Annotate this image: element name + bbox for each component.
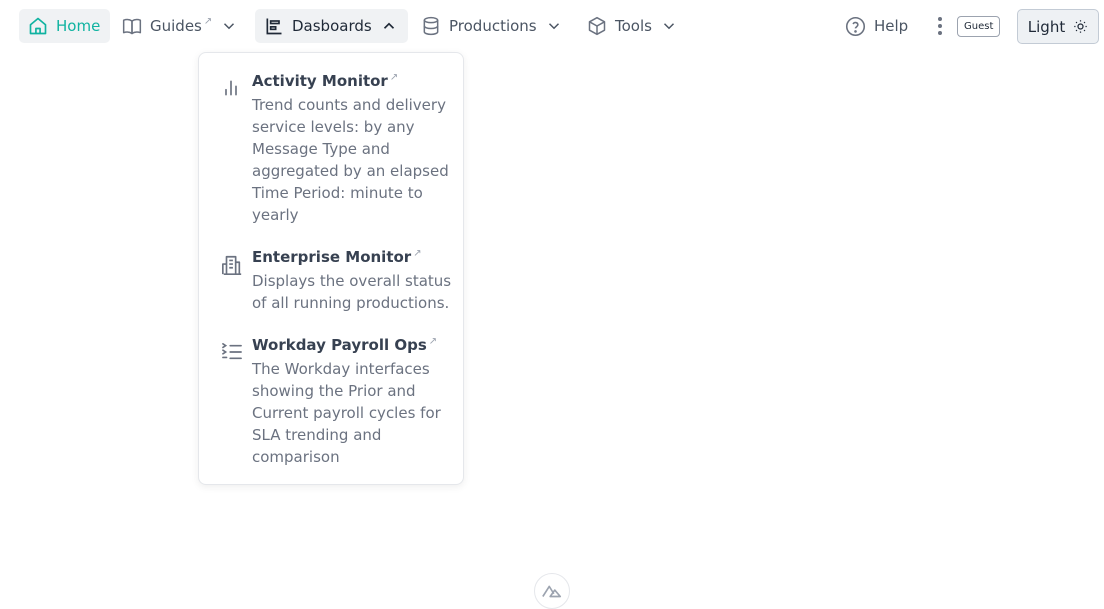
user-badge[interactable]: Guest <box>957 16 1001 37</box>
nav-dashboards-label: Dasboards <box>292 17 372 35</box>
bar-chart-icon <box>225 80 237 96</box>
help-circle-icon <box>845 16 866 36</box>
nav-help[interactable]: Help <box>836 9 917 43</box>
chart-icon <box>266 18 282 35</box>
nav-help-label: Help <box>874 17 909 35</box>
nav-tools[interactable]: Tools <box>578 9 687 43</box>
top-navbar: Home Guides ↗ Dasboards Productions Tool… <box>0 0 1104 54</box>
external-link-icon: ↗ <box>203 15 213 27</box>
more-options-icon[interactable] <box>930 14 950 38</box>
nav-dashboards[interactable]: Dasboards <box>255 9 408 43</box>
book-icon <box>122 18 142 35</box>
dashboards-dropdown: Activity Monitor ↗ Trend counts and deliv… <box>198 52 464 485</box>
mountain-logo-icon <box>542 585 562 598</box>
nav-productions-label: Productions <box>449 17 537 35</box>
home-icon <box>29 17 47 35</box>
sun-icon <box>1074 20 1087 33</box>
theme-toggle-button[interactable]: Light <box>1017 9 1099 44</box>
dropdown-item-description: Trend counts and delivery service levels… <box>252 96 449 224</box>
dropdown-item-description: Displays the overall status of all runni… <box>252 272 452 312</box>
database-icon <box>423 16 439 36</box>
dropdown-item-description: The Workday interfaces showing the Prior… <box>252 360 441 466</box>
dropdown-item-title: Enterprise Monitor <box>252 248 412 266</box>
nav-guides-label: Guides <box>150 17 202 35</box>
building-icon <box>222 255 242 275</box>
cube-icon <box>588 16 606 36</box>
list-icon <box>222 343 242 360</box>
chevron-down-icon <box>548 23 559 30</box>
external-link-icon: ↗ <box>428 336 438 347</box>
nav-home[interactable]: Home <box>19 9 110 43</box>
nav-home-label: Home <box>56 17 101 35</box>
dropdown-item-title: Workday Payroll Ops <box>252 336 427 354</box>
chevron-down-icon <box>663 23 674 30</box>
nav-tools-label: Tools <box>615 17 652 35</box>
nav-guides[interactable]: Guides ↗ <box>113 9 247 43</box>
dropdown-item-title: Activity Monitor <box>252 72 388 90</box>
footer-logo <box>534 573 570 609</box>
external-link-icon: ↗ <box>389 72 399 83</box>
nav-productions[interactable]: Productions <box>412 9 572 43</box>
external-link-icon: ↗ <box>413 248 422 259</box>
chevron-up-icon <box>383 22 394 29</box>
theme-toggle-label: Light <box>1027 17 1066 36</box>
chevron-down-icon <box>224 23 235 30</box>
